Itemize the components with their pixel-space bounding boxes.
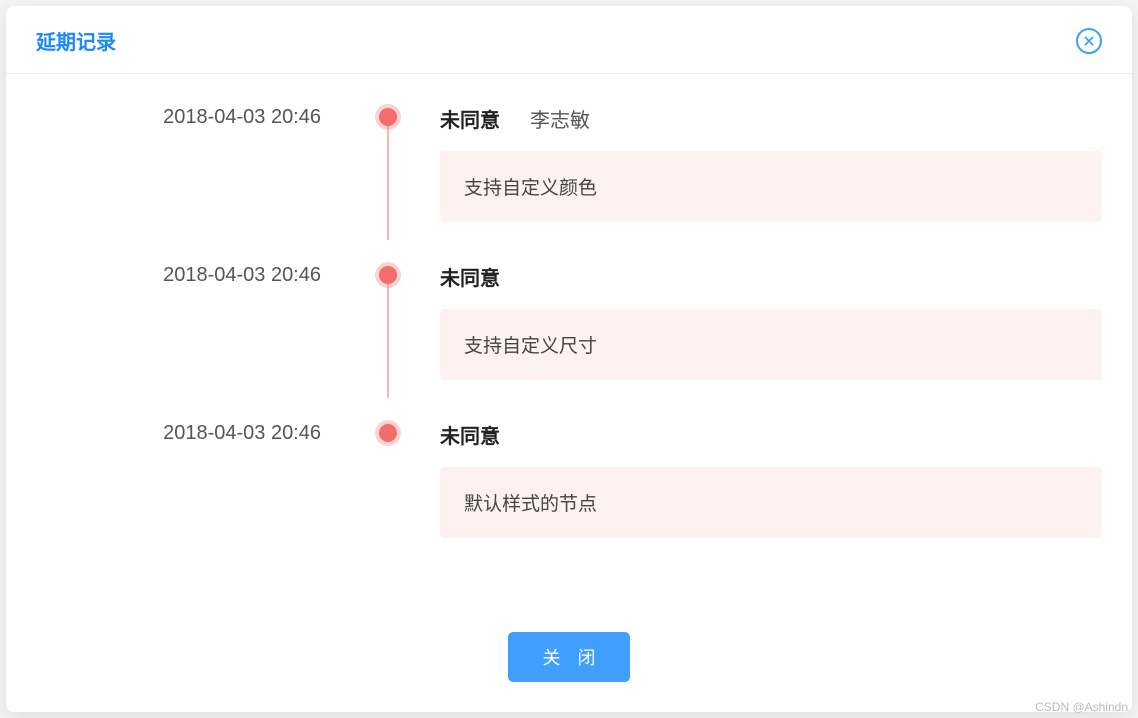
timeline-time: 2018-04-03 20:46 (36, 262, 376, 380)
timeline-line (387, 280, 389, 398)
timeline-description: 支持自定义尺寸 (440, 309, 1102, 380)
timeline-item: 2018-04-03 20:46 未同意 默认样式的节点 (36, 420, 1102, 578)
timeline-node-wrap (376, 104, 400, 222)
timeline-status: 未同意 (440, 104, 500, 133)
close-button[interactable]: 关 闭 (508, 632, 629, 682)
timeline-node-icon (379, 424, 397, 442)
timeline-time: 2018-04-03 20:46 (36, 104, 376, 222)
modal-footer: 关 闭 (6, 612, 1132, 712)
timeline-item-header: 未同意 (440, 262, 1102, 291)
watermark: CSDN @Ashindn (1035, 700, 1128, 714)
close-icon-button[interactable] (1076, 28, 1102, 54)
timeline-node-wrap (376, 420, 400, 538)
timeline-user: 李志敏 (530, 104, 590, 133)
timeline-description: 支持自定义颜色 (440, 151, 1102, 222)
timeline-node-wrap (376, 262, 400, 380)
modal-dialog: 延期记录 2018-04-03 20:46 未同意 (6, 6, 1132, 712)
timeline-item-header: 未同意 (440, 420, 1102, 449)
modal-header: 延期记录 (6, 6, 1132, 74)
close-icon (1082, 34, 1096, 48)
timeline-status: 未同意 (440, 262, 500, 291)
timeline-scroll-area[interactable]: 2018-04-03 20:46 未同意 李志敏 支持自定义颜色 20 (6, 104, 1132, 602)
timeline-description: 默认样式的节点 (440, 467, 1102, 538)
timeline: 2018-04-03 20:46 未同意 李志敏 支持自定义颜色 20 (36, 104, 1102, 578)
timeline-content: 未同意 支持自定义尺寸 (400, 262, 1102, 380)
timeline-item-header: 未同意 李志敏 (440, 104, 1102, 133)
timeline-line (387, 122, 389, 240)
timeline-node-icon (379, 266, 397, 284)
timeline-node-icon (379, 108, 397, 126)
timeline-time: 2018-04-03 20:46 (36, 420, 376, 538)
modal-title: 延期记录 (36, 26, 116, 55)
timeline-content: 未同意 默认样式的节点 (400, 420, 1102, 538)
modal-body: 2018-04-03 20:46 未同意 李志敏 支持自定义颜色 20 (6, 74, 1132, 612)
timeline-item: 2018-04-03 20:46 未同意 支持自定义尺寸 (36, 262, 1102, 420)
timeline-content: 未同意 李志敏 支持自定义颜色 (400, 104, 1102, 222)
timeline-status: 未同意 (440, 420, 500, 449)
timeline-item: 2018-04-03 20:46 未同意 李志敏 支持自定义颜色 (36, 104, 1102, 262)
